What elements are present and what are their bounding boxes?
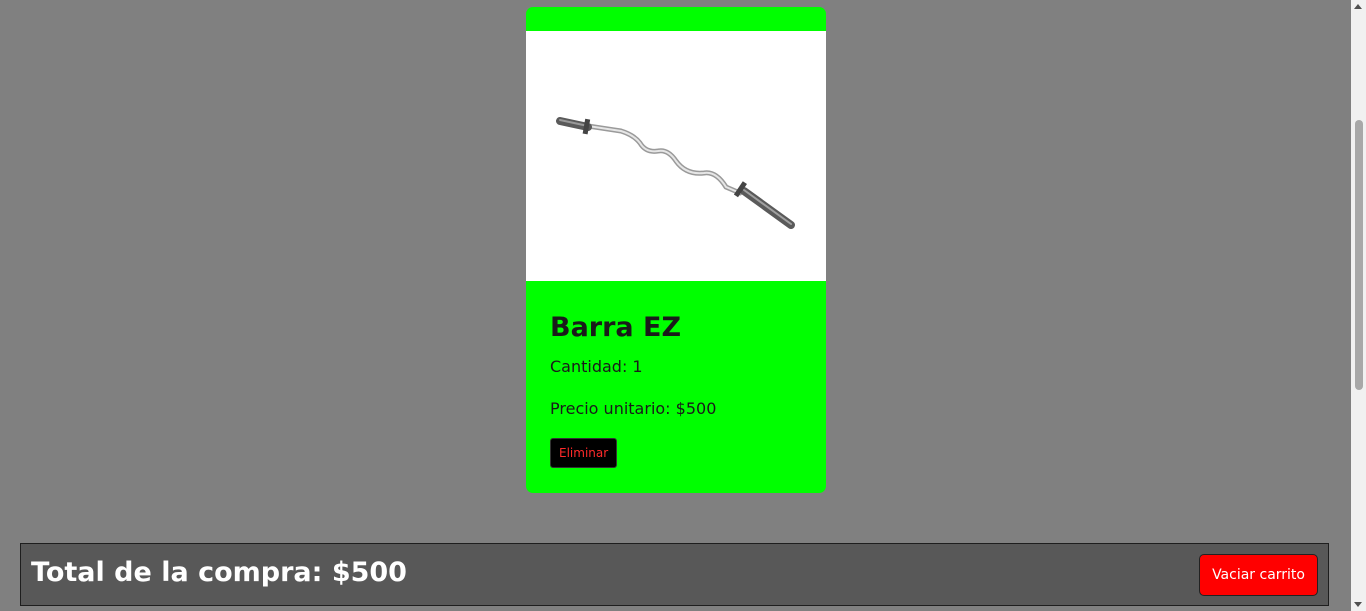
scroll-down-icon[interactable] <box>1354 602 1362 607</box>
vertical-scrollbar[interactable] <box>1351 0 1366 611</box>
cart-total-bar: Total de la compra: $500 Vaciar carrito <box>20 543 1329 606</box>
scrollbar-thumb[interactable] <box>1355 120 1363 390</box>
remove-item-button[interactable]: Eliminar <box>550 438 618 468</box>
cart-item-card: Barra EZ Cantidad: 1 Precio unitario: $5… <box>526 7 826 493</box>
ez-curl-bar-image <box>556 117 795 229</box>
empty-cart-button[interactable]: Vaciar carrito <box>1199 554 1318 596</box>
product-title: Barra EZ <box>550 312 682 343</box>
scroll-up-icon[interactable] <box>1354 4 1362 9</box>
product-unit-price: Precio unitario: $500 <box>550 399 717 418</box>
product-image <box>526 31 826 281</box>
cart-total: Total de la compra: $500 <box>31 557 407 588</box>
page: Barra EZ Cantidad: 1 Precio unitario: $5… <box>0 0 1366 611</box>
product-quantity: Cantidad: 1 <box>550 357 643 376</box>
